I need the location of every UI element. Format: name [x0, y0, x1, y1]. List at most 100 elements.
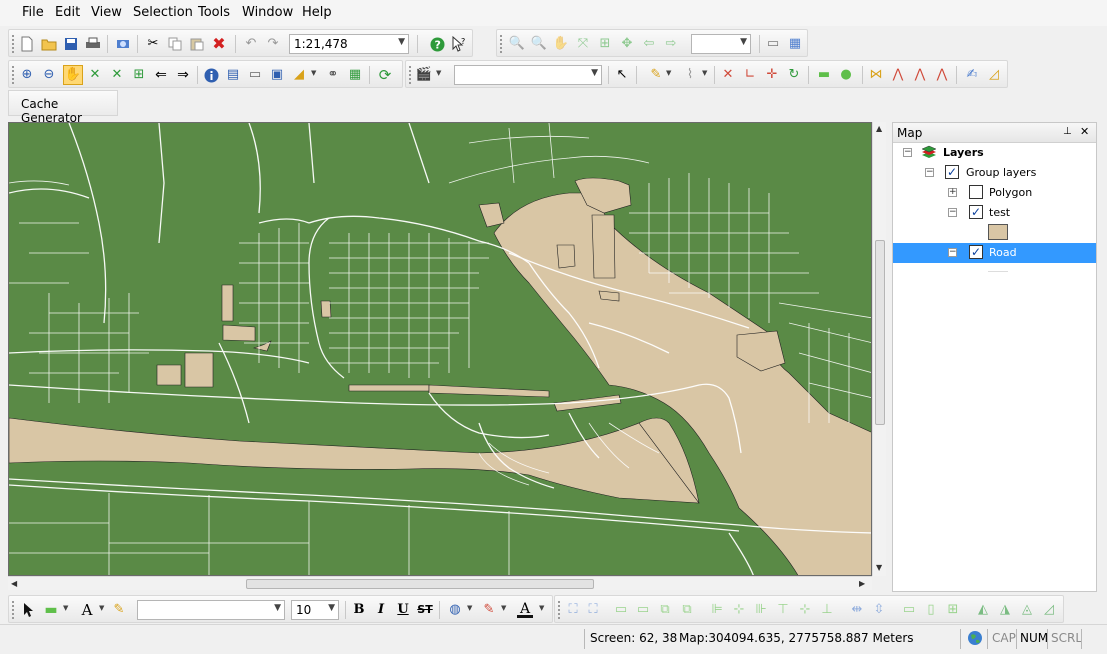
toolbar-grip[interactable] [500, 35, 503, 53]
zoom-out-icon[interactable]: ⊖ [41, 67, 57, 83]
rotate-icon[interactable]: ↻ [786, 67, 802, 83]
rectangle-icon[interactable]: ▬ [816, 67, 832, 83]
chevron-down-icon[interactable]: ▼ [311, 69, 316, 77]
align-right-icon[interactable]: ⊪ [753, 602, 769, 618]
select-elements-icon[interactable] [21, 602, 37, 618]
zoom-out-fixed-icon[interactable]: 🔍 [531, 36, 547, 52]
undo-icon[interactable]: ↶ [243, 36, 259, 52]
new-rectangle-icon[interactable]: ▬ [43, 602, 59, 618]
toolbar-grip[interactable] [558, 601, 561, 619]
hyperlink-icon[interactable]: ▭ [247, 67, 263, 83]
copy-icon[interactable] [167, 36, 183, 52]
save-icon[interactable] [63, 36, 79, 52]
test-checkbox[interactable]: ✓ [969, 205, 983, 219]
zoom-selected-icon[interactable]: ⊞ [131, 67, 147, 83]
layout-icon[interactable]: ▭ [765, 36, 781, 52]
flip-horizontal-icon[interactable]: ◬ [1019, 602, 1035, 618]
menu-tools[interactable]: Tools [198, 5, 230, 20]
rotate-left-icon[interactable]: ◭ [975, 602, 991, 618]
identify-icon[interactable] [203, 67, 219, 83]
align-center-icon[interactable]: ⊹ [731, 602, 747, 618]
editor-icon[interactable]: 🎬 [416, 67, 432, 83]
align-bottom-icon[interactable]: ⊥ [819, 602, 835, 618]
scale-combo[interactable]: 1:21,478 ▼ [289, 34, 409, 54]
map-horizontal-scrollbar[interactable]: ◀ ▶ [8, 576, 872, 590]
split-icon[interactable]: ✕ [720, 67, 736, 83]
map-canvas[interactable] [8, 122, 872, 576]
chevron-down-icon[interactable]: ▼ [666, 69, 671, 77]
align-middle-icon[interactable]: ⊹ [797, 602, 813, 618]
pin-icon[interactable]: ⊥ [1063, 126, 1072, 137]
same-size-icon[interactable]: ⊞ [945, 602, 961, 618]
menu-view[interactable]: View [91, 5, 122, 20]
intersect-icon[interactable]: ⋀ [934, 67, 950, 83]
ellipse-icon[interactable]: ● [838, 67, 854, 83]
print-icon[interactable] [85, 36, 101, 52]
scroll-up-icon[interactable]: ▲ [876, 124, 882, 133]
toolbar-grip[interactable] [12, 66, 15, 84]
toolbar-grip[interactable] [409, 66, 412, 84]
chevron-down-icon[interactable]: ▼ [63, 604, 68, 612]
chevron-down-icon[interactable]: ▼ [436, 69, 441, 77]
pan-icon[interactable]: ✋ [553, 36, 569, 52]
union-icon[interactable]: ⋀ [912, 67, 928, 83]
chevron-down-icon[interactable]: ▼ [501, 604, 506, 612]
forward-arrow-icon[interactable]: ⇒ [175, 67, 191, 83]
back-arrow-icon[interactable]: ⇐ [153, 67, 169, 83]
group-layers-checkbox[interactable]: ✓ [945, 165, 959, 179]
font-size-combo[interactable]: 10 ▼ [291, 600, 339, 620]
attribute-edit-icon[interactable]: ✍ [964, 67, 980, 83]
map-vertical-scrollbar[interactable]: ▲ ▼ [872, 122, 886, 576]
nav-scale-combo[interactable]: ▼ [691, 34, 751, 54]
new-icon[interactable] [19, 36, 35, 52]
menu-edit[interactable]: Edit [55, 5, 80, 20]
toolbar-grip[interactable] [12, 601, 15, 619]
road-checkbox[interactable]: ✓ [969, 245, 983, 259]
zoom-in-icon[interactable]: ⊕ [19, 67, 35, 83]
strikethrough-button[interactable]: ST [417, 602, 433, 618]
grid-icon[interactable]: ▦ [347, 67, 363, 83]
redo-icon[interactable]: ↷ [265, 36, 281, 52]
center-icon[interactable]: ✥ [619, 36, 635, 52]
tree-root-layers[interactable]: − Layers [893, 143, 1096, 163]
flip-vertical-icon[interactable]: ◿ [1041, 602, 1057, 618]
distribute-horizontal-icon[interactable]: ⇹ [849, 602, 865, 618]
tree-layer-road[interactable]: − ✓ Road [893, 243, 1096, 263]
target-layer-combo[interactable]: ▼ [454, 65, 602, 85]
new-text-icon[interactable]: A [79, 602, 95, 618]
vertex-icon[interactable]: ⌇ [682, 67, 698, 83]
bring-forward-icon[interactable]: ⧉ [657, 602, 673, 618]
same-height-icon[interactable]: ▯ [923, 602, 939, 618]
menu-selection[interactable]: Selection [133, 5, 193, 20]
cut-icon[interactable]: ✂ [145, 36, 161, 52]
toolbar-grip[interactable] [12, 35, 15, 53]
zoom-to-layer-icon[interactable]: ✕ [109, 67, 125, 83]
expand-icon[interactable]: + [948, 188, 957, 197]
menu-window[interactable]: Window [242, 5, 293, 20]
paste-icon[interactable] [189, 36, 205, 52]
menu-file[interactable]: File [22, 5, 44, 20]
open-folder-icon[interactable] [41, 36, 57, 52]
same-width-icon[interactable]: ▭ [901, 602, 917, 618]
find-icon[interactable]: ▣ [269, 67, 285, 83]
underline-button[interactable]: U [395, 602, 411, 618]
link-icon[interactable]: ⚭ [325, 67, 341, 83]
previous-extent-icon[interactable]: ⇦ [641, 36, 657, 52]
collapse-icon[interactable]: − [948, 248, 957, 257]
draw-tool-icon[interactable]: ◿ [986, 67, 1002, 83]
angle-icon[interactable]: ∟ [742, 67, 758, 83]
bold-button[interactable]: B [351, 602, 367, 618]
next-extent-icon[interactable]: ⇨ [663, 36, 679, 52]
font-color-button[interactable]: A [517, 601, 533, 618]
delete-icon[interactable]: ✖ [211, 36, 227, 52]
chevron-down-icon[interactable]: ▼ [539, 604, 544, 612]
attribute-icon[interactable]: ▤ [225, 67, 241, 83]
tree-group-layers[interactable]: − ✓ Group layers [893, 163, 1096, 183]
scroll-down-icon[interactable]: ▼ [876, 563, 882, 572]
help-icon[interactable]: ? [429, 36, 445, 52]
horizontal-scroll-thumb[interactable] [246, 579, 594, 589]
rotate-right-icon[interactable]: ◮ [997, 602, 1013, 618]
tree-layer-test[interactable]: − ✓ test [893, 203, 1096, 223]
align-top-icon[interactable]: ⊤ [775, 602, 791, 618]
font-combo[interactable]: ▼ [137, 600, 285, 620]
